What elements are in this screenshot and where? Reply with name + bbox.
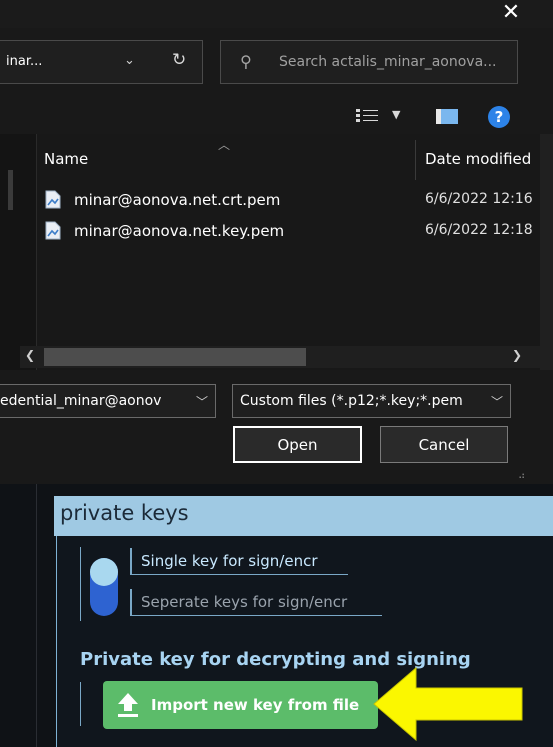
- help-icon[interactable]: ?: [488, 106, 510, 128]
- chevron-down-icon[interactable]: ﹀: [491, 393, 503, 410]
- file-list: minar@aonova.net.crt.pem 6/6/2022 12:16 …: [36, 184, 540, 246]
- private-keys-header: private keys: [54, 496, 553, 536]
- upload-icon: [118, 693, 138, 717]
- refresh-icon[interactable]: ↻: [172, 50, 186, 70]
- sort-ascending-icon: ︿: [218, 138, 231, 152]
- list-view-icon[interactable]: [356, 108, 378, 124]
- navigation-pane: [0, 134, 37, 370]
- column-header-date[interactable]: Date modified: [425, 150, 531, 168]
- scroll-right-icon[interactable]: ❯: [512, 348, 522, 362]
- resize-grip-icon[interactable]: ⣠: [518, 468, 525, 479]
- file-type-select[interactable]: Custom files (*.p12;*.key;*.pem ﹀: [232, 384, 511, 418]
- nav-scrollbar-thumb[interactable]: [8, 170, 13, 210]
- file-name: minar@aonova.net.crt.pem: [74, 191, 281, 209]
- close-icon[interactable]: ✕: [491, 0, 531, 26]
- column-separator[interactable]: [415, 140, 416, 180]
- highlight-arrow-icon: [373, 666, 523, 742]
- group-border: [80, 547, 81, 621]
- file-list-pane: [0, 134, 540, 370]
- search-box[interactable]: ⚲: [220, 40, 518, 84]
- right-edge: [540, 134, 553, 370]
- address-bar[interactable]: inar... ⌄ ↻: [0, 40, 203, 84]
- file-row[interactable]: minar@aonova.net.crt.pem 6/6/2022 12:16: [36, 184, 540, 215]
- pem-file-icon: [45, 221, 61, 240]
- file-name: minar@aonova.net.key.pem: [74, 222, 285, 240]
- import-key-label: Import new key from file: [151, 696, 360, 714]
- pem-file-icon: [45, 190, 61, 209]
- chevron-down-icon[interactable]: ﹀: [196, 393, 208, 410]
- import-key-button[interactable]: Import new key from file: [103, 681, 378, 729]
- column-header-name[interactable]: Name: [44, 150, 88, 168]
- view-options-chevron-icon[interactable]: ▼: [392, 108, 400, 121]
- preview-pane-icon[interactable]: [436, 109, 458, 124]
- file-name-combobox[interactable]: edential_minar@aonov ﹀: [0, 384, 216, 418]
- dialog-titlebar: [0, 0, 553, 28]
- horizontal-scrollbar-thumb[interactable]: [44, 348, 306, 366]
- file-date: 6/6/2022 12:18: [425, 222, 533, 238]
- file-type-value: Custom files (*.p12;*.key;*.pem: [240, 393, 463, 409]
- toggle-knob[interactable]: [90, 558, 118, 586]
- open-button[interactable]: Open: [233, 426, 362, 463]
- cancel-button[interactable]: Cancel: [380, 426, 508, 463]
- group-border: [80, 682, 81, 726]
- chevron-down-icon[interactable]: ⌄: [124, 53, 135, 68]
- address-path: inar...: [6, 54, 43, 69]
- option-separate-keys[interactable]: Seperate keys for sign/encr: [130, 589, 382, 616]
- search-input[interactable]: [279, 52, 509, 72]
- file-date: 6/6/2022 12:16: [425, 191, 533, 207]
- scroll-left-icon[interactable]: ❮: [25, 348, 35, 362]
- file-name-value: edential_minar@aonov: [0, 393, 162, 409]
- app-border-line: [36, 484, 37, 747]
- section-title: private keys: [60, 501, 189, 525]
- file-row[interactable]: minar@aonova.net.key.pem 6/6/2022 12:18: [36, 215, 540, 246]
- search-icon: ⚲: [240, 52, 252, 71]
- option-single-key[interactable]: Single key for sign/encr: [130, 548, 348, 575]
